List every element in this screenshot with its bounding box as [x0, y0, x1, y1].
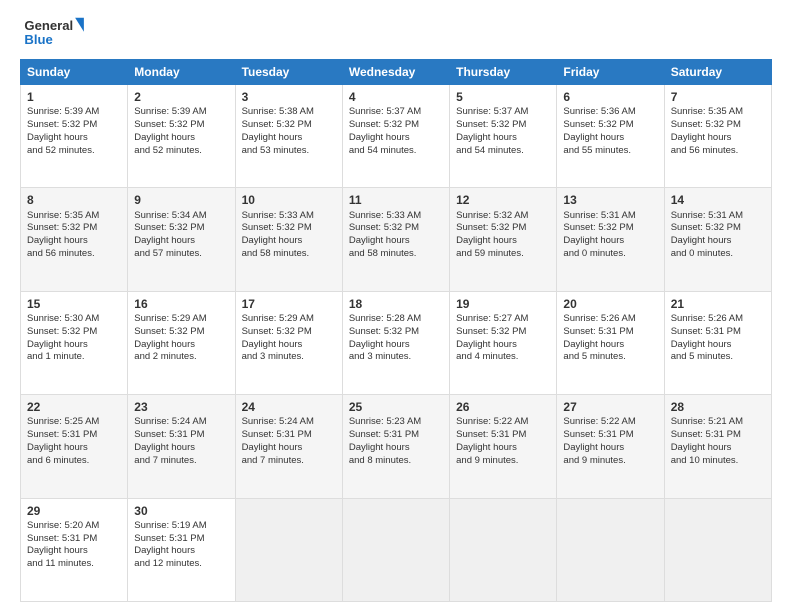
day-number: 19: [456, 296, 550, 312]
day-number: 24: [242, 399, 336, 415]
day-number: 8: [27, 192, 121, 208]
day-number: 9: [134, 192, 228, 208]
logo: GeneralBlue: [20, 16, 90, 51]
calendar-cell: 25Sunrise: 5:23 AMSunset: 5:31 PMDayligh…: [342, 395, 449, 498]
day-number: 3: [242, 89, 336, 105]
day-number: 13: [563, 192, 657, 208]
day-number: 30: [134, 503, 228, 519]
calendar-cell: [342, 498, 449, 601]
day-number: 6: [563, 89, 657, 105]
day-number: 27: [563, 399, 657, 415]
calendar-cell: 3Sunrise: 5:38 AMSunset: 5:32 PMDaylight…: [235, 85, 342, 188]
calendar-cell: 19Sunrise: 5:27 AMSunset: 5:32 PMDayligh…: [450, 291, 557, 394]
calendar-cell: 5Sunrise: 5:37 AMSunset: 5:32 PMDaylight…: [450, 85, 557, 188]
calendar-cell: 13Sunrise: 5:31 AMSunset: 5:32 PMDayligh…: [557, 188, 664, 291]
svg-text:Blue: Blue: [24, 32, 52, 47]
calendar-cell: 26Sunrise: 5:22 AMSunset: 5:31 PMDayligh…: [450, 395, 557, 498]
day-header: Monday: [128, 60, 235, 85]
page: GeneralBlue SundayMondayTuesdayWednesday…: [0, 0, 792, 612]
day-number: 23: [134, 399, 228, 415]
calendar-cell: 28Sunrise: 5:21 AMSunset: 5:31 PMDayligh…: [664, 395, 771, 498]
day-header: Tuesday: [235, 60, 342, 85]
calendar-cell: 11Sunrise: 5:33 AMSunset: 5:32 PMDayligh…: [342, 188, 449, 291]
calendar-cell: 22Sunrise: 5:25 AMSunset: 5:31 PMDayligh…: [21, 395, 128, 498]
day-header: Friday: [557, 60, 664, 85]
day-number: 10: [242, 192, 336, 208]
calendar-cell: [664, 498, 771, 601]
calendar-cell: [557, 498, 664, 601]
calendar-cell: 29Sunrise: 5:20 AMSunset: 5:31 PMDayligh…: [21, 498, 128, 601]
calendar-cell: 27Sunrise: 5:22 AMSunset: 5:31 PMDayligh…: [557, 395, 664, 498]
day-number: 5: [456, 89, 550, 105]
calendar-cell: [235, 498, 342, 601]
calendar-cell: 16Sunrise: 5:29 AMSunset: 5:32 PMDayligh…: [128, 291, 235, 394]
calendar-cell: [450, 498, 557, 601]
logo-icon: GeneralBlue: [20, 16, 90, 51]
calendar-cell: 23Sunrise: 5:24 AMSunset: 5:31 PMDayligh…: [128, 395, 235, 498]
day-number: 29: [27, 503, 121, 519]
calendar-cell: 8Sunrise: 5:35 AMSunset: 5:32 PMDaylight…: [21, 188, 128, 291]
day-number: 25: [349, 399, 443, 415]
calendar-cell: 20Sunrise: 5:26 AMSunset: 5:31 PMDayligh…: [557, 291, 664, 394]
day-header: Sunday: [21, 60, 128, 85]
day-number: 11: [349, 192, 443, 208]
day-number: 18: [349, 296, 443, 312]
calendar-cell: 9Sunrise: 5:34 AMSunset: 5:32 PMDaylight…: [128, 188, 235, 291]
calendar-cell: 18Sunrise: 5:28 AMSunset: 5:32 PMDayligh…: [342, 291, 449, 394]
calendar-cell: 6Sunrise: 5:36 AMSunset: 5:32 PMDaylight…: [557, 85, 664, 188]
svg-text:General: General: [24, 18, 73, 33]
day-number: 20: [563, 296, 657, 312]
calendar-cell: 15Sunrise: 5:30 AMSunset: 5:32 PMDayligh…: [21, 291, 128, 394]
day-header: Wednesday: [342, 60, 449, 85]
day-header: Thursday: [450, 60, 557, 85]
day-number: 28: [671, 399, 765, 415]
calendar-cell: 14Sunrise: 5:31 AMSunset: 5:32 PMDayligh…: [664, 188, 771, 291]
calendar-cell: 30Sunrise: 5:19 AMSunset: 5:31 PMDayligh…: [128, 498, 235, 601]
day-header: Saturday: [664, 60, 771, 85]
day-number: 7: [671, 89, 765, 105]
day-number: 21: [671, 296, 765, 312]
calendar-cell: 4Sunrise: 5:37 AMSunset: 5:32 PMDaylight…: [342, 85, 449, 188]
day-number: 4: [349, 89, 443, 105]
day-number: 26: [456, 399, 550, 415]
calendar-cell: 17Sunrise: 5:29 AMSunset: 5:32 PMDayligh…: [235, 291, 342, 394]
calendar-cell: 1Sunrise: 5:39 AMSunset: 5:32 PMDaylight…: [21, 85, 128, 188]
day-number: 17: [242, 296, 336, 312]
calendar-cell: 2Sunrise: 5:39 AMSunset: 5:32 PMDaylight…: [128, 85, 235, 188]
calendar-cell: 7Sunrise: 5:35 AMSunset: 5:32 PMDaylight…: [664, 85, 771, 188]
day-number: 12: [456, 192, 550, 208]
calendar-cell: 10Sunrise: 5:33 AMSunset: 5:32 PMDayligh…: [235, 188, 342, 291]
day-number: 14: [671, 192, 765, 208]
calendar-cell: 24Sunrise: 5:24 AMSunset: 5:31 PMDayligh…: [235, 395, 342, 498]
calendar-cell: 21Sunrise: 5:26 AMSunset: 5:31 PMDayligh…: [664, 291, 771, 394]
day-number: 16: [134, 296, 228, 312]
day-number: 22: [27, 399, 121, 415]
day-number: 1: [27, 89, 121, 105]
day-number: 2: [134, 89, 228, 105]
header: GeneralBlue: [20, 16, 772, 51]
calendar-cell: 12Sunrise: 5:32 AMSunset: 5:32 PMDayligh…: [450, 188, 557, 291]
day-number: 15: [27, 296, 121, 312]
calendar-table: SundayMondayTuesdayWednesdayThursdayFrid…: [20, 59, 772, 602]
